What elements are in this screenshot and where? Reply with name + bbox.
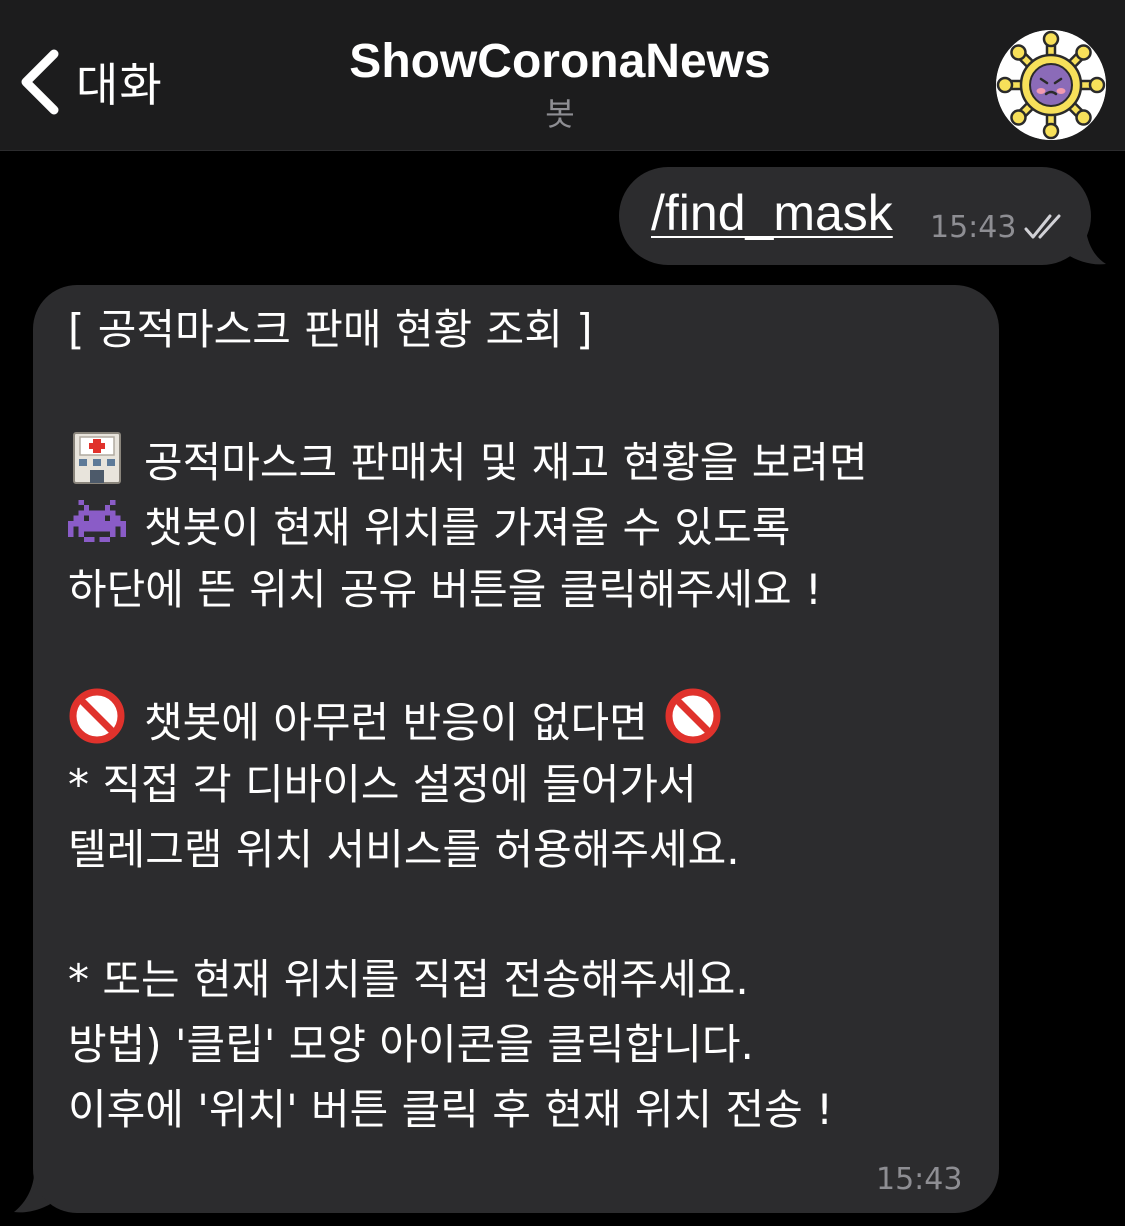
message-line: 텔레그램 위치 서비스를 허용해주세요.	[68, 825, 740, 874]
message-line: [ 공적마스크 판매 현황 조회 ]	[68, 305, 593, 354]
message-line: * 직접 각 디바이스 설정에 들어가서	[68, 760, 697, 809]
chat-title: ShowCoronaNews	[349, 35, 771, 88]
message-line-text: 챗봇에 아무런 반응이 없다면	[144, 698, 648, 747]
prohibited-icon	[68, 687, 126, 745]
incoming-message-text: [ 공적마스크 판매 현황 조회 ] 공적마스크 판매처 및 재고 현황을 보려…	[68, 297, 988, 1142]
message-line-text: 공적마스크 판매처 및 재고 현황을 보려면	[144, 438, 868, 487]
chat-subtitle: 봇	[545, 95, 575, 133]
message-line: 챗봇에 아무런 반응이 없다면	[68, 687, 988, 752]
chat-title-area[interactable]: ShowCoronaNews 봇	[260, 34, 860, 136]
chat-header: 대화 ShowCoronaNews 봇	[0, 0, 1125, 151]
message-line: 하단에 뜬 위치 공유 버튼을 클릭해주세요 !	[68, 565, 822, 614]
hospital-icon	[68, 427, 126, 485]
avatar[interactable]	[996, 30, 1106, 140]
command-link[interactable]: /find_mask	[651, 183, 893, 243]
virus-avatar-icon	[996, 30, 1106, 140]
message-line: 방법) '클립' 모양 아이콘을 클릭합니다.	[68, 1020, 754, 1069]
message-line-text: 챗봇이 현재 위치를 가져올 수 있도록	[144, 503, 791, 552]
message-line: 공적마스크 판매처 및 재고 현황을 보려면	[68, 427, 988, 492]
message-line: 챗봇이 현재 위치를 가져올 수 있도록	[68, 492, 988, 557]
back-button-label: 대화	[76, 58, 163, 112]
outgoing-timestamp: 15:43	[930, 210, 1017, 245]
chat-screen: 대화 ShowCoronaNews 봇 /find_mask 15:43 [공…	[0, 0, 1125, 1226]
alien-monster-icon	[68, 492, 126, 550]
prohibited-icon	[664, 687, 722, 745]
incoming-timestamp: 15:43	[876, 1162, 963, 1197]
double-check-icon	[1024, 214, 1061, 239]
chevron-left-icon	[21, 49, 59, 115]
back-button[interactable]: 대화	[18, 46, 163, 118]
message-line: * 또는 현재 위치를 직접 전송해주세요.	[68, 955, 749, 1004]
message-line: 이후에 '위치' 버튼 클릭 후 현재 위치 전송 !	[68, 1085, 833, 1134]
